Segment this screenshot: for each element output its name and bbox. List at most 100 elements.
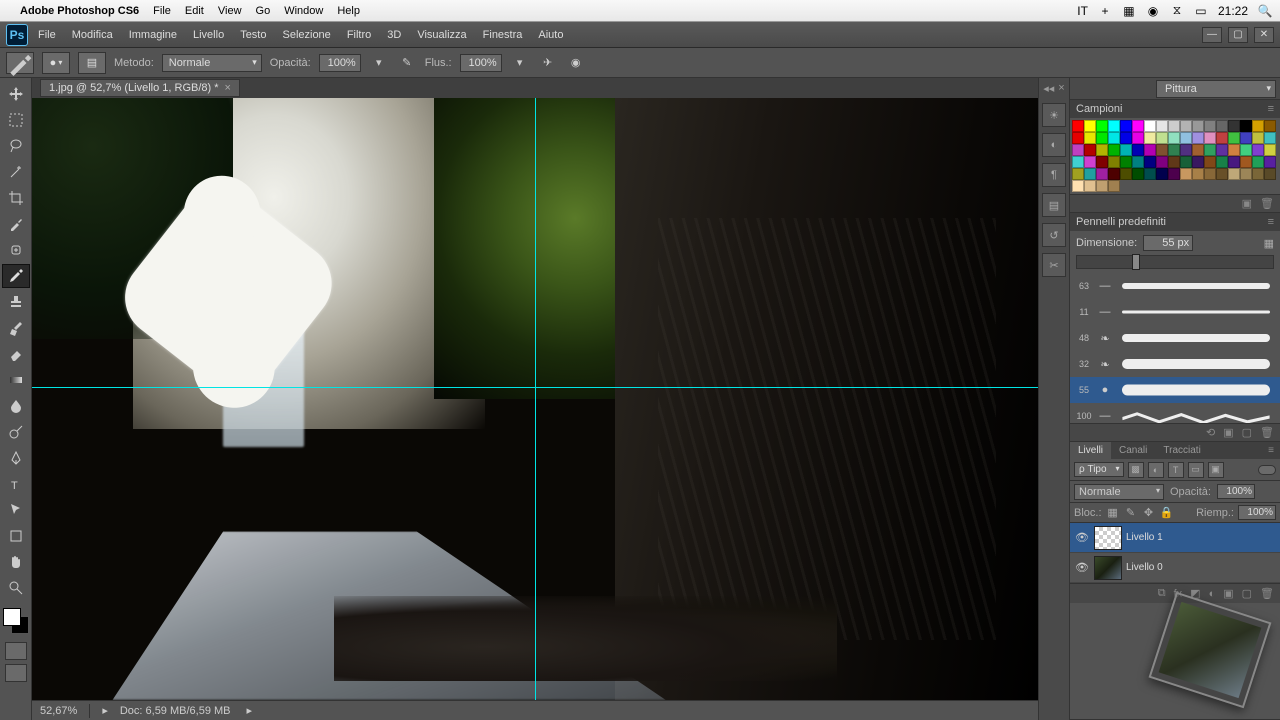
swatch[interactable] bbox=[1120, 156, 1132, 168]
swatch[interactable] bbox=[1144, 132, 1156, 144]
history-brush-tool[interactable] bbox=[2, 316, 30, 340]
flow-input[interactable]: 100% bbox=[460, 54, 502, 72]
opacity-dropdown-icon[interactable]: ▾ bbox=[369, 53, 389, 73]
eraser-tool[interactable] bbox=[2, 342, 30, 366]
window-minimize-button[interactable]: — bbox=[1202, 27, 1222, 43]
swatch[interactable] bbox=[1192, 144, 1204, 156]
swatch[interactable] bbox=[1240, 156, 1252, 168]
ps-menu-immagine[interactable]: Immagine bbox=[129, 29, 177, 41]
status-zoom[interactable]: 52,67% bbox=[40, 705, 77, 717]
type-tool[interactable]: T bbox=[2, 472, 30, 496]
swatch[interactable] bbox=[1156, 120, 1168, 132]
swatch[interactable] bbox=[1216, 168, 1228, 180]
brush-preset-picker[interactable]: ●▾ bbox=[42, 52, 70, 74]
brush-settings-icon[interactable]: ▦ bbox=[1264, 237, 1274, 250]
plus-icon[interactable]: + bbox=[1098, 4, 1112, 18]
swatch[interactable] bbox=[1108, 180, 1120, 192]
lock-move-icon[interactable]: ✥ bbox=[1142, 506, 1156, 520]
wifi-icon[interactable]: ⧖ bbox=[1170, 4, 1184, 18]
swatch[interactable] bbox=[1252, 144, 1264, 156]
swatch[interactable] bbox=[1144, 168, 1156, 180]
canvas[interactable]: 52,67% ▸ Doc: 6,59 MB/6,59 MB ▸ bbox=[32, 98, 1038, 720]
marquee-tool[interactable] bbox=[2, 108, 30, 132]
hand-tool[interactable] bbox=[2, 550, 30, 574]
layer-thumbnail[interactable] bbox=[1094, 526, 1122, 550]
swatch[interactable] bbox=[1156, 132, 1168, 144]
swatch[interactable] bbox=[1192, 156, 1204, 168]
swatch[interactable] bbox=[1228, 120, 1240, 132]
lock-transparent-icon[interactable]: ▦ bbox=[1106, 506, 1120, 520]
swatch[interactable] bbox=[1132, 120, 1144, 132]
mac-menu-file[interactable]: File bbox=[153, 5, 171, 17]
swatch[interactable] bbox=[1084, 156, 1096, 168]
dock-collapse-icon[interactable]: ◂◂ bbox=[1043, 82, 1054, 95]
swatch[interactable] bbox=[1108, 132, 1120, 144]
lock-all-icon[interactable]: 🔒 bbox=[1160, 506, 1174, 520]
layers-menu-icon[interactable]: ≡ bbox=[1262, 442, 1280, 459]
swatch[interactable] bbox=[1228, 144, 1240, 156]
swatch[interactable] bbox=[1096, 180, 1108, 192]
swatch[interactable] bbox=[1120, 168, 1132, 180]
brush-preset-row[interactable]: 32❧ bbox=[1070, 351, 1280, 377]
mac-input-lang[interactable]: IT bbox=[1077, 4, 1088, 18]
swatch[interactable] bbox=[1204, 156, 1216, 168]
swatch[interactable] bbox=[1108, 144, 1120, 156]
blur-tool[interactable] bbox=[2, 394, 30, 418]
screenmode-toggle[interactable] bbox=[5, 664, 27, 682]
dock-close-icon[interactable]: × bbox=[1058, 82, 1064, 95]
mac-menu-go[interactable]: Go bbox=[256, 5, 271, 17]
swatch[interactable] bbox=[1204, 132, 1216, 144]
guide-vertical[interactable] bbox=[535, 98, 536, 700]
zoom-tool[interactable] bbox=[2, 576, 30, 600]
ps-menu-aiuto[interactable]: Aiuto bbox=[538, 29, 563, 41]
swatch[interactable] bbox=[1096, 156, 1108, 168]
swatch[interactable] bbox=[1084, 120, 1096, 132]
swatch[interactable] bbox=[1180, 132, 1192, 144]
heal-tool[interactable] bbox=[2, 238, 30, 262]
swatch[interactable] bbox=[1240, 132, 1252, 144]
swatch[interactable] bbox=[1096, 144, 1108, 156]
globe-icon[interactable]: ◉ bbox=[1146, 4, 1160, 18]
dock-scissors-icon[interactable]: ✂ bbox=[1042, 253, 1066, 277]
workspace-dropdown[interactable]: Pittura bbox=[1156, 80, 1276, 98]
layer-thumbnail[interactable] bbox=[1094, 556, 1122, 580]
ps-menu-testo[interactable]: Testo bbox=[240, 29, 266, 41]
opacity-input[interactable]: 100% bbox=[319, 54, 361, 72]
mac-menu-window[interactable]: Window bbox=[284, 5, 323, 17]
ps-menu-modifica[interactable]: Modifica bbox=[72, 29, 113, 41]
swatch[interactable] bbox=[1072, 180, 1084, 192]
brush-tool[interactable] bbox=[2, 264, 30, 288]
swatch[interactable] bbox=[1204, 144, 1216, 156]
swatch[interactable] bbox=[1228, 156, 1240, 168]
swatch[interactable] bbox=[1144, 156, 1156, 168]
swatch[interactable] bbox=[1180, 156, 1192, 168]
swatch[interactable] bbox=[1228, 168, 1240, 180]
layer-visibility-icon[interactable]: 👁 bbox=[1074, 530, 1090, 546]
swatch[interactable] bbox=[1192, 132, 1204, 144]
layer-name-label[interactable]: Livello 0 bbox=[1126, 562, 1163, 573]
swatch[interactable] bbox=[1108, 120, 1120, 132]
swatch[interactable] bbox=[1168, 156, 1180, 168]
brush-toggle-icon[interactable]: ⟲ bbox=[1206, 426, 1215, 439]
swatch[interactable] bbox=[1096, 132, 1108, 144]
crop-tool[interactable] bbox=[2, 186, 30, 210]
swatch[interactable] bbox=[1072, 132, 1084, 144]
swatch[interactable] bbox=[1240, 144, 1252, 156]
mac-menu-edit[interactable]: Edit bbox=[185, 5, 204, 17]
ps-menu-filtro[interactable]: Filtro bbox=[347, 29, 371, 41]
status-docsize[interactable]: Doc: 6,59 MB/6,59 MB bbox=[120, 705, 231, 717]
swatch[interactable] bbox=[1132, 132, 1144, 144]
layer-filter-kind[interactable]: ρ Tipo bbox=[1074, 462, 1124, 477]
swatch[interactable] bbox=[1132, 168, 1144, 180]
lasso-tool[interactable] bbox=[2, 134, 30, 158]
swatch[interactable] bbox=[1216, 132, 1228, 144]
brush-size-slider[interactable] bbox=[1076, 255, 1274, 269]
layer-visibility-icon[interactable]: 👁 bbox=[1074, 560, 1090, 576]
mac-menu-help[interactable]: Help bbox=[337, 5, 360, 17]
ps-menu-file[interactable]: File bbox=[38, 29, 56, 41]
swatch[interactable] bbox=[1072, 144, 1084, 156]
blend-mode-dropdown[interactable]: Normale bbox=[162, 54, 262, 72]
dock-adjustments-icon[interactable]: ◐ bbox=[1042, 133, 1066, 157]
filter-shape-icon[interactable]: ▭ bbox=[1188, 462, 1204, 478]
layer-group-icon[interactable]: ▣ bbox=[1223, 587, 1233, 600]
